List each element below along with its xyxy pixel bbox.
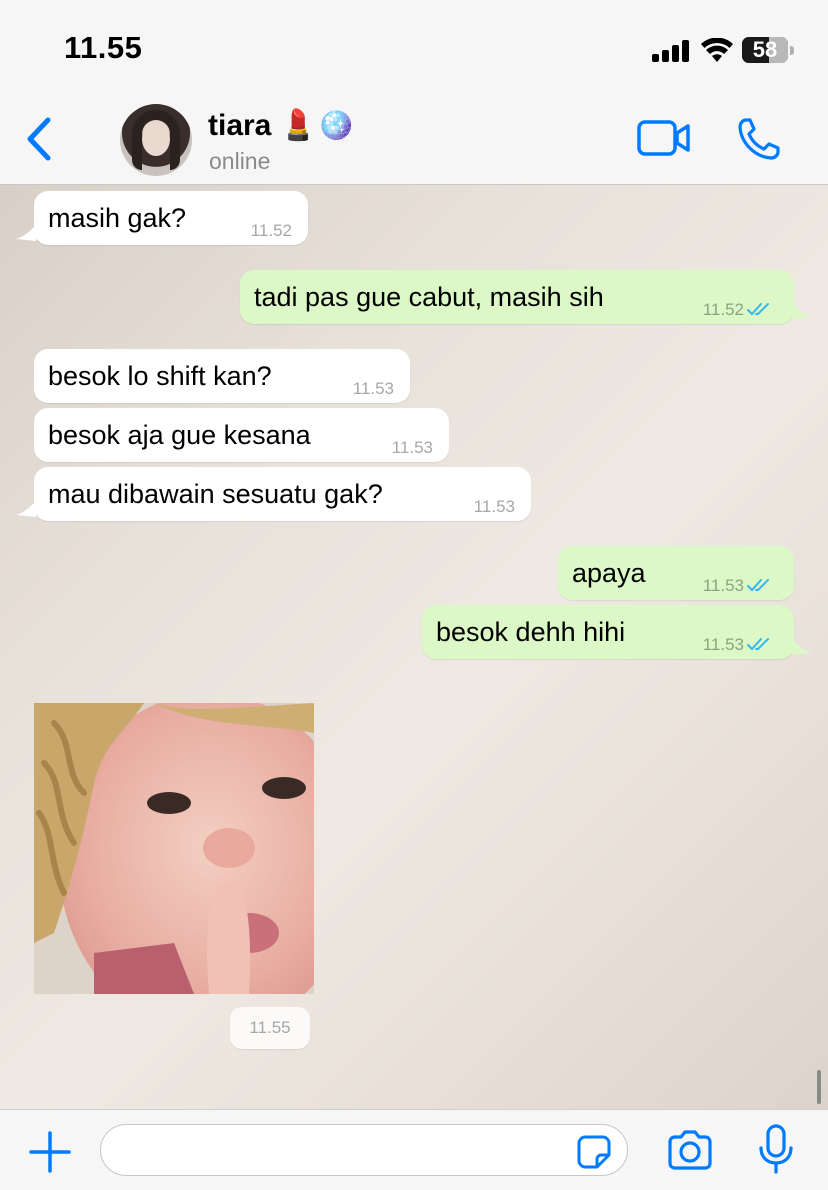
chevron-left-icon: [27, 117, 51, 161]
microphone-button[interactable]: [758, 1124, 794, 1176]
message-input[interactable]: [100, 1124, 628, 1176]
sticker-icon: [577, 1135, 611, 1169]
message-incoming[interactable]: masih gak? 11.52: [34, 191, 308, 245]
contact-status: online: [209, 148, 271, 174]
message-text: masih gak?: [48, 203, 187, 233]
message-outgoing[interactable]: apaya 11.53: [558, 546, 794, 600]
message-time: 11.52: [250, 221, 292, 240]
plus-icon: [29, 1131, 71, 1173]
message-time: 11.53: [473, 497, 515, 516]
bubble-tail: [16, 225, 36, 241]
battery-icon: 58: [742, 37, 794, 63]
microphone-icon: [759, 1124, 793, 1174]
message-incoming[interactable]: besok lo shift kan? 11.53: [34, 349, 410, 403]
image-message[interactable]: [34, 703, 314, 994]
read-receipt-icon: [747, 579, 769, 592]
attach-button[interactable]: [28, 1130, 72, 1174]
camera-icon: [668, 1130, 712, 1170]
message-incoming[interactable]: besok aja gue kesana 11.53: [34, 408, 449, 462]
video-call-button[interactable]: [636, 118, 692, 158]
contact-name[interactable]: tiara 💄🪩: [208, 108, 354, 143]
status-bar: 11.55 58: [0, 0, 828, 96]
read-receipt-icon: [747, 303, 769, 316]
sticker-button[interactable]: [576, 1134, 612, 1170]
camera-button[interactable]: [666, 1128, 714, 1172]
input-bar: [0, 1109, 828, 1190]
bubble-tail: [792, 639, 812, 655]
status-time: 11.55: [64, 30, 143, 65]
message-text: apaya: [572, 558, 646, 588]
message-text: besok lo shift kan?: [48, 361, 272, 391]
message-time: 11.53: [352, 379, 394, 398]
message-time: 11.52: [702, 300, 744, 319]
bubble-tail: [16, 501, 36, 517]
scrollbar[interactable]: [817, 1070, 821, 1104]
avatar[interactable]: [120, 104, 192, 176]
message-text: tadi pas gue cabut, masih sih: [254, 282, 604, 312]
message-time: 11.53: [702, 576, 744, 595]
back-button[interactable]: [20, 112, 64, 166]
message-incoming[interactable]: mau dibawain sesuatu gak? 11.53: [34, 467, 531, 521]
message-text: besok dehh hihi: [436, 617, 626, 647]
message-outgoing[interactable]: tadi pas gue cabut, masih sih 11.52: [240, 270, 794, 324]
chat-area[interactable]: masih gak? 11.52 tadi pas gue cabut, mas…: [0, 185, 828, 1109]
contact-emoji: 💄🪩: [279, 109, 355, 142]
message-text: mau dibawain sesuatu gak?: [48, 479, 383, 509]
message-time: 11.53: [702, 635, 744, 654]
read-receipt-icon: [747, 638, 769, 651]
chat-header: tiara 💄🪩 online: [0, 96, 828, 185]
message-time: 11.53: [391, 438, 433, 457]
message-outgoing[interactable]: besok dehh hihi 11.53: [422, 605, 794, 659]
video-call-icon: [637, 120, 690, 156]
message-time: 11.55: [230, 1007, 310, 1049]
voice-call-button[interactable]: [736, 116, 782, 162]
battery-percentage: 58: [752, 37, 778, 62]
bubble-tail: [792, 303, 812, 319]
wifi-icon: [701, 38, 733, 62]
phone-icon: [738, 118, 780, 160]
message-text: besok aja gue kesana: [48, 420, 311, 450]
contact-name-text: tiara: [208, 109, 272, 142]
cellular-signal-icon: [652, 40, 692, 62]
